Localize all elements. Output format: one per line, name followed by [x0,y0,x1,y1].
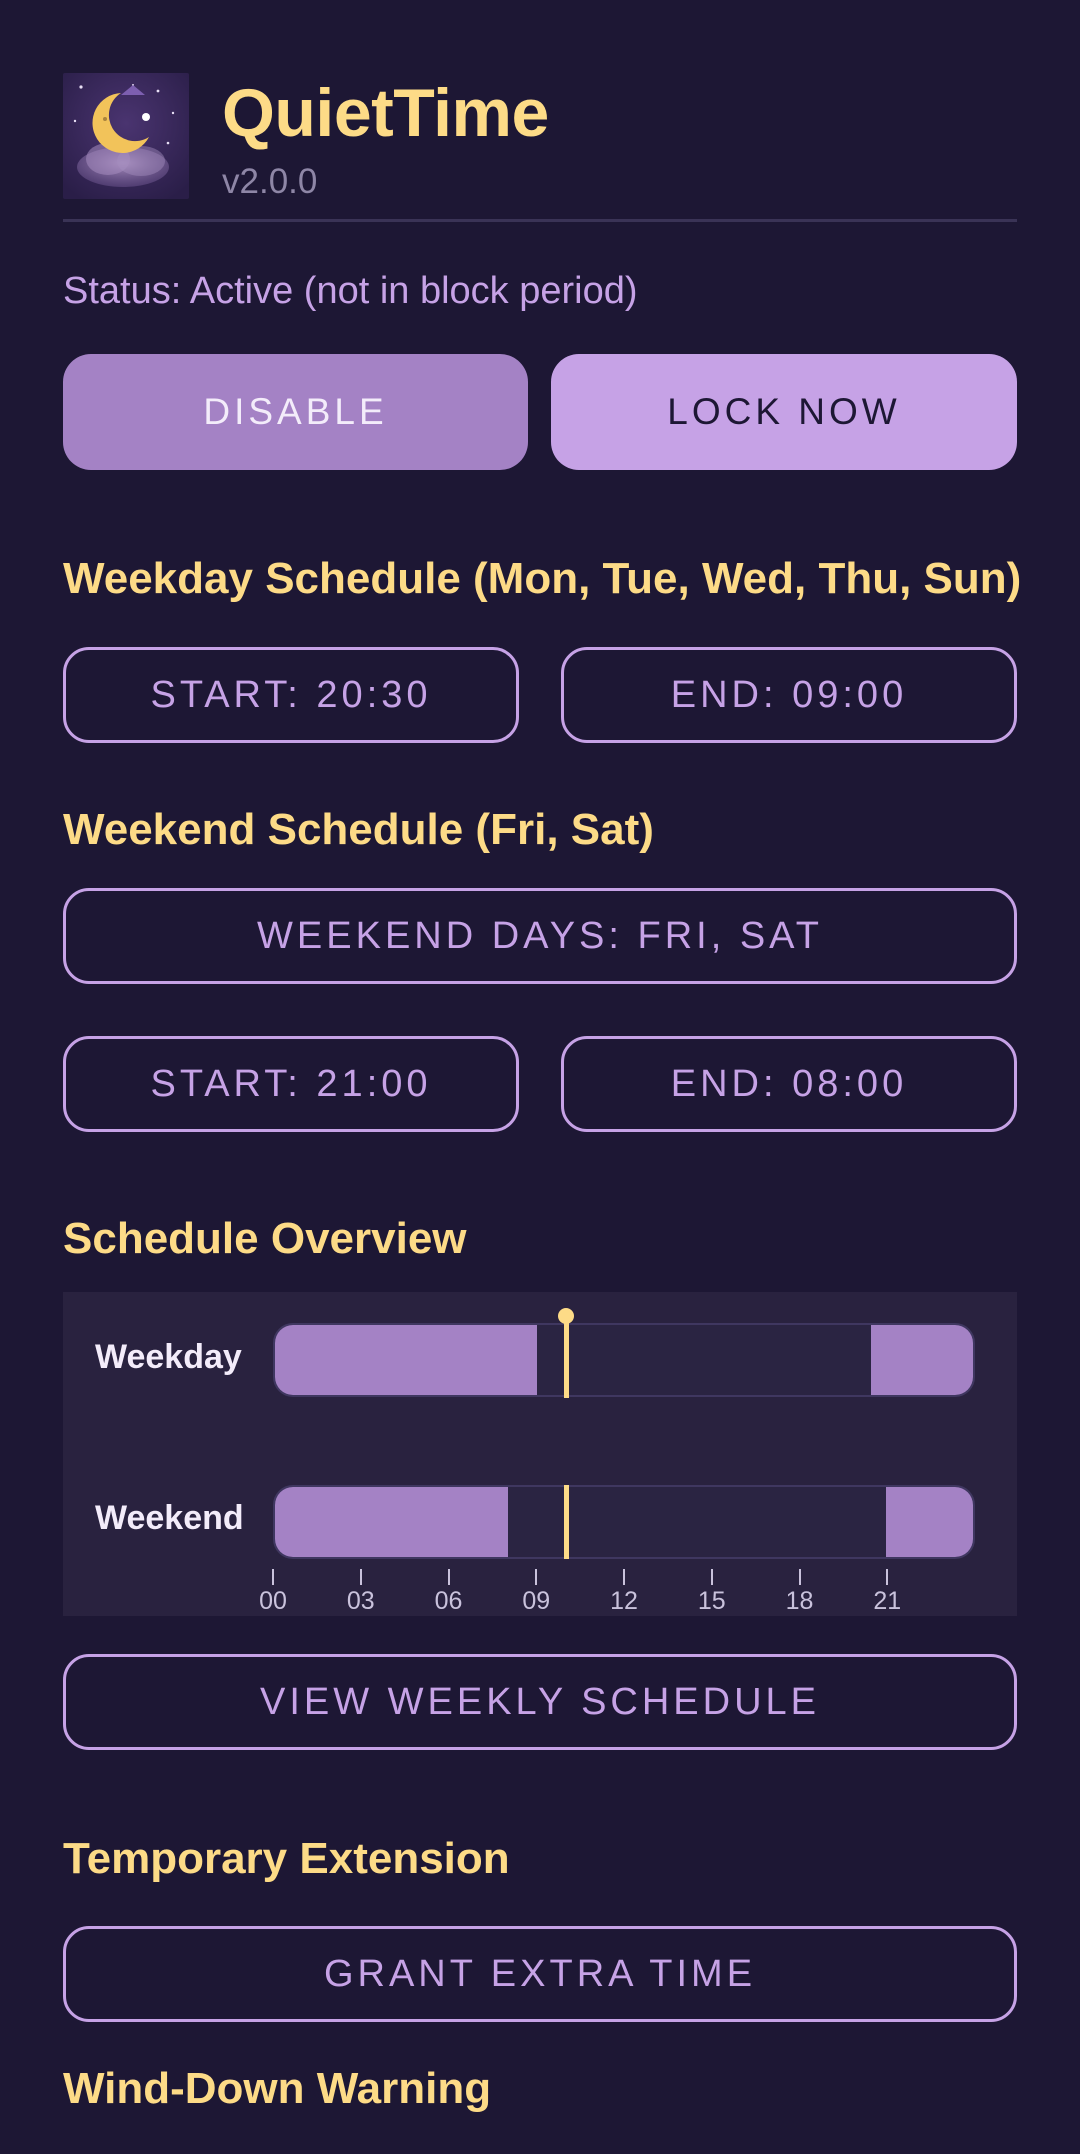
weekend-timeline-track [273,1485,975,1559]
weekend-start-button[interactable]: START: 21:00 [63,1036,519,1132]
block-period-segment [871,1325,973,1395]
axis-tick-label: 18 [785,1587,814,1615]
wind-down-warning-heading: Wind-Down Warning [63,2064,492,2113]
weekday-timeline-track [273,1323,975,1397]
block-period-segment [885,1487,973,1557]
app-title: QuietTime [222,75,549,151]
axis-tick [272,1569,274,1585]
lock-now-button[interactable]: LOCK NOW [551,354,1017,470]
weekend-schedule-heading: Weekend Schedule (Fri, Sat) [63,805,654,854]
axis-tick [447,1569,450,1585]
axis-tick-label: 00 [259,1587,287,1615]
weekday-end-button[interactable]: END: 09:00 [561,647,1017,743]
weekend-end-button[interactable]: END: 08:00 [561,1036,1017,1132]
block-period-segment [275,1325,537,1395]
schedule-overview-panel: Weekday Weekend 00 03 06 09 12 15 18 21 [63,1292,1017,1616]
current-time-indicator [563,1314,569,1398]
axis-tick [798,1569,801,1585]
status-text: Status: Active (not in block period) [63,270,638,312]
axis-tick-label: 03 [346,1587,375,1615]
axis-tick-label: 15 [697,1587,726,1615]
axis-tick-label: 12 [610,1587,638,1615]
current-time-dot [557,1308,574,1324]
weekday-row-label: Weekday [95,1338,242,1376]
weekday-start-button[interactable]: START: 20:30 [63,647,519,743]
axis-tick [535,1569,538,1585]
disable-button[interactable]: DISABLE [63,354,528,470]
weekend-row-label: Weekend [95,1499,244,1537]
axis-tick-label: 21 [873,1587,902,1615]
timeline-axis: 00 03 06 09 12 15 18 21 [259,1569,975,1616]
current-time-indicator [563,1485,569,1559]
temporary-extension-heading: Temporary Extension [63,1834,510,1883]
schedule-overview-heading: Schedule Overview [63,1214,467,1263]
app-version: v2.0.0 [222,162,318,201]
axis-tick-label: 09 [522,1587,551,1615]
header-divider [63,219,1017,222]
axis-tick [359,1569,362,1585]
weekday-schedule-heading: Weekday Schedule (Mon, Tue, Wed, Thu, Su… [63,554,1022,603]
grant-extra-time-button[interactable]: GRANT EXTRA TIME [63,1926,1017,2022]
axis-tick [710,1569,713,1585]
moon-cloud-app-icon [63,73,189,199]
view-weekly-schedule-button[interactable]: VIEW WEEKLY SCHEDULE [63,1654,1017,1750]
weekend-days-button[interactable]: WEEKEND DAYS: FRI, SAT [63,888,1017,984]
axis-tick [623,1569,625,1585]
block-period-segment [275,1487,508,1557]
axis-tick [886,1569,889,1585]
axis-tick-label: 06 [434,1587,463,1615]
